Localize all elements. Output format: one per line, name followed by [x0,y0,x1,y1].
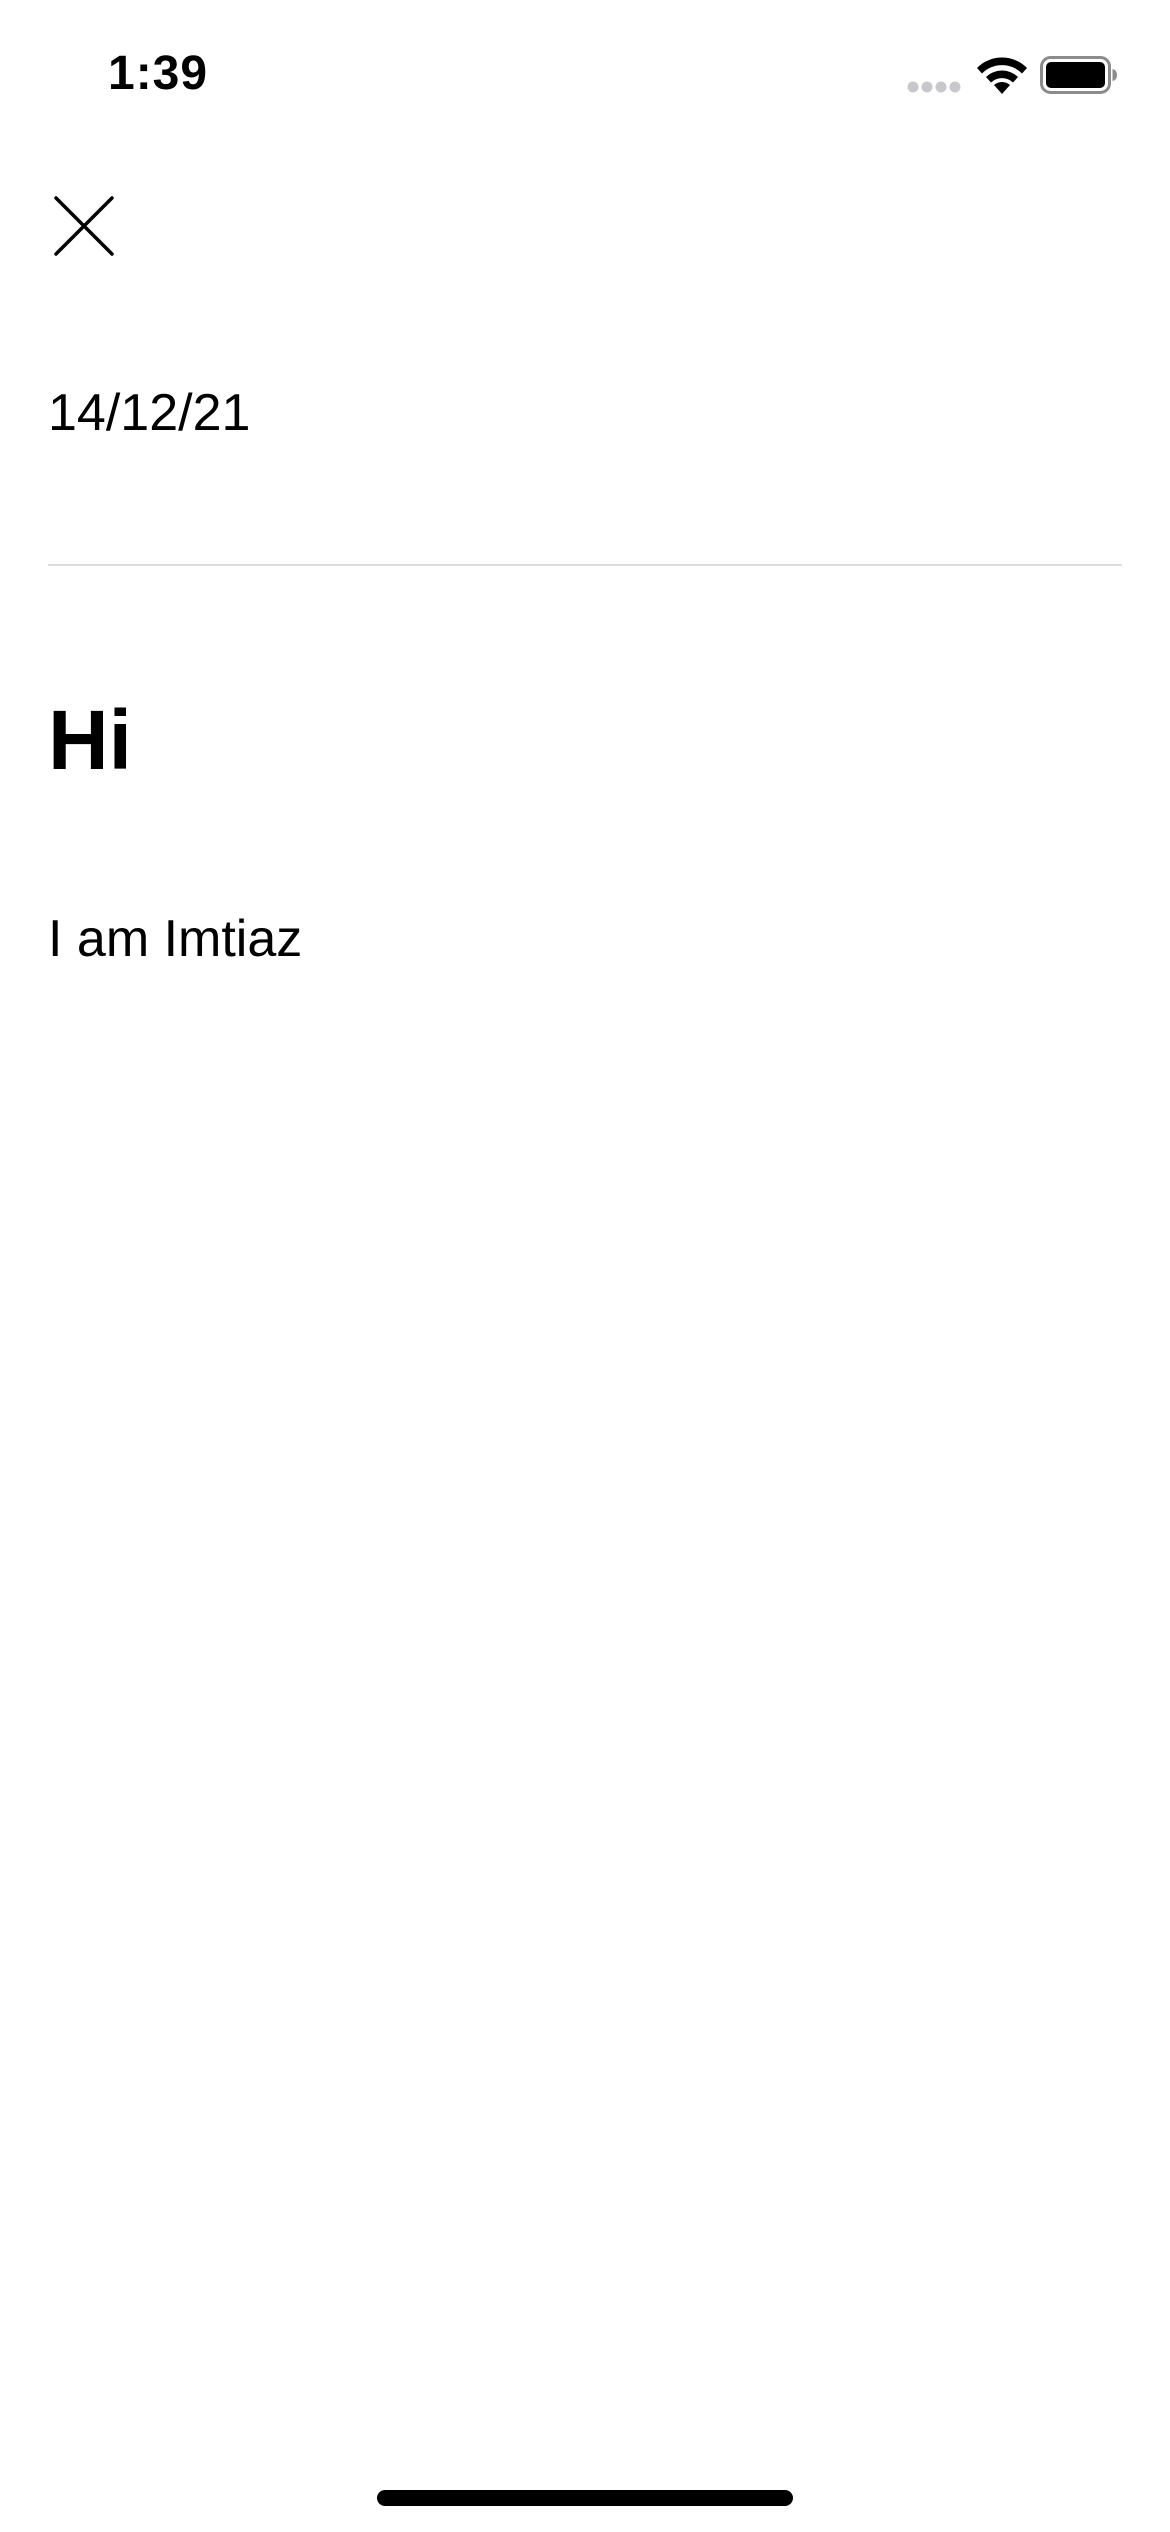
cellular-signal-icon [907,81,961,93]
status-time: 1:39 [108,47,209,100]
battery-icon [1040,56,1117,94]
close-icon [54,196,114,256]
note-date: 14/12/21 [48,384,251,442]
note-body: I am Imtiaz [48,910,303,968]
divider [48,564,1122,566]
wifi-icon [977,57,1027,94]
home-indicator[interactable] [377,2490,793,2506]
status-bar: 1:39 [0,0,1170,140]
note-title: Hi [48,693,132,787]
close-button[interactable] [40,182,130,272]
